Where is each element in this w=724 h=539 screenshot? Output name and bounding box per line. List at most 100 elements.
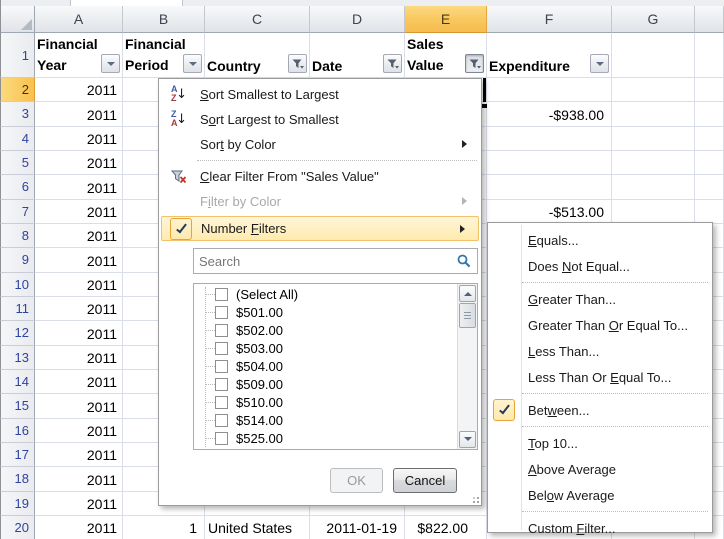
- cell-A1[interactable]: FinancialYear: [35, 33, 123, 78]
- cell-F4[interactable]: [487, 127, 612, 151]
- filter-value-501-00[interactable]: $501.00: [194, 303, 456, 321]
- cell-A20[interactable]: 2011: [35, 516, 123, 539]
- cell-G5[interactable]: [612, 151, 695, 175]
- submenu-item-less-than-or-equal-to[interactable]: Less Than Or Equal To...: [488, 364, 712, 390]
- row-header-6[interactable]: 6: [0, 175, 35, 199]
- cell-A15[interactable]: 2011: [35, 394, 123, 418]
- checkbox-unchecked[interactable]: [215, 378, 228, 391]
- cell-H2[interactable]: [695, 78, 724, 102]
- cell-G7[interactable]: [612, 200, 695, 224]
- submenu-item-greater-than-or-equal-to[interactable]: Greater Than Or Equal To...: [488, 312, 712, 338]
- row-header-16[interactable]: 16: [0, 419, 35, 443]
- cell-A4[interactable]: 2011: [35, 127, 123, 151]
- cell-D1[interactable]: Date: [310, 33, 405, 78]
- menu-item-sort-smallest-to-largest[interactable]: AZ↓Sort Smallest to Largest: [160, 82, 480, 107]
- column-header-d[interactable]: D: [310, 6, 405, 33]
- filter-button-d[interactable]: [383, 54, 402, 73]
- list-scrollbar[interactable]: [457, 284, 477, 449]
- cancel-button[interactable]: Cancel: [393, 468, 457, 493]
- cell-G3[interactable]: [612, 102, 695, 126]
- cell-A16[interactable]: 2011: [35, 419, 123, 443]
- cell-A11[interactable]: 2011: [35, 297, 123, 321]
- cell-H1[interactable]: [695, 33, 724, 78]
- resize-grip[interactable]: [468, 492, 480, 504]
- submenu-item-equals[interactable]: Equals...: [488, 227, 712, 253]
- submenu-item-below-average[interactable]: Below Average: [488, 482, 712, 508]
- filter-button-f[interactable]: [590, 54, 609, 73]
- row-header-12[interactable]: 12: [0, 321, 35, 345]
- row-header-13[interactable]: 13: [0, 346, 35, 370]
- filter-value-525-00[interactable]: $525.00: [194, 429, 456, 447]
- ok-button[interactable]: OK: [330, 468, 383, 493]
- checkbox-unchecked[interactable]: [215, 342, 228, 355]
- row-header-18[interactable]: 18: [0, 467, 35, 491]
- filter-value-select-all[interactable]: (Select All): [194, 285, 456, 303]
- checkbox-unchecked[interactable]: [215, 306, 228, 319]
- column-header-f[interactable]: F: [487, 6, 612, 33]
- cell-A7[interactable]: 2011: [35, 200, 123, 224]
- filter-value-514-00[interactable]: $514.00: [194, 411, 456, 429]
- filter-button-a[interactable]: [101, 54, 120, 73]
- scroll-down-button[interactable]: [459, 431, 476, 448]
- checkbox-unchecked[interactable]: [215, 360, 228, 373]
- row-header-19[interactable]: 19: [0, 492, 35, 516]
- menu-item-sort-by-color[interactable]: Sort by Color: [160, 132, 480, 157]
- cell-B1[interactable]: FinancialPeriod: [123, 33, 205, 78]
- filter-value-partial[interactable]: [194, 447, 456, 449]
- cell-A13[interactable]: 2011: [35, 346, 123, 370]
- row-header-17[interactable]: 17: [0, 443, 35, 467]
- row-header-14[interactable]: 14: [0, 370, 35, 394]
- menu-item-clear-filter-from-sales-value[interactable]: Clear Filter From "Sales Value": [160, 164, 480, 189]
- checkbox-unchecked[interactable]: [215, 288, 228, 301]
- active-cell-fill-handle[interactable]: [482, 104, 487, 108]
- checkbox-unchecked[interactable]: [215, 432, 228, 445]
- row-header-8[interactable]: 8: [0, 224, 35, 248]
- filter-button-c[interactable]: [288, 54, 307, 73]
- submenu-item-does-not-equal[interactable]: Does Not Equal...: [488, 253, 712, 279]
- select-all-corner[interactable]: [0, 6, 35, 33]
- cell-A19[interactable]: 2011: [35, 492, 123, 516]
- cell-A3[interactable]: 2011: [35, 102, 123, 126]
- cell-F7[interactable]: -$513.00: [487, 200, 612, 224]
- column-header-e[interactable]: E: [405, 6, 487, 33]
- cell-F1[interactable]: Expenditure: [487, 33, 612, 78]
- filter-value-504-00[interactable]: $504.00: [194, 357, 456, 375]
- row-header-7[interactable]: 7: [0, 200, 35, 224]
- cell-F6[interactable]: [487, 175, 612, 199]
- row-header-1[interactable]: 1: [0, 33, 35, 78]
- cell-G1[interactable]: [612, 33, 695, 78]
- checkbox-unchecked[interactable]: [215, 396, 228, 409]
- row-header-9[interactable]: 9: [0, 248, 35, 272]
- cell-H3[interactable]: [695, 102, 724, 126]
- cell-A10[interactable]: 2011: [35, 273, 123, 297]
- search-input[interactable]: [194, 254, 457, 269]
- row-header-10[interactable]: 10: [0, 273, 35, 297]
- row-header-3[interactable]: 3: [0, 102, 35, 126]
- menu-item-number-filters[interactable]: Number Filters: [161, 216, 479, 241]
- column-header-b[interactable]: B: [123, 6, 205, 33]
- submenu-item-top-10[interactable]: Top 10...: [488, 430, 712, 456]
- cell-A5[interactable]: 2011: [35, 151, 123, 175]
- cell-H7[interactable]: [695, 200, 724, 224]
- cell-A9[interactable]: 2011: [35, 248, 123, 272]
- cell-H5[interactable]: [695, 151, 724, 175]
- row-header-5[interactable]: 5: [0, 151, 35, 175]
- submenu-item-custom-filter[interactable]: Custom Filter...: [488, 515, 712, 539]
- cell-H4[interactable]: [695, 127, 724, 151]
- cell-F5[interactable]: [487, 151, 612, 175]
- menu-item-sort-largest-to-smallest[interactable]: ZA↓Sort Largest to Smallest: [160, 107, 480, 132]
- cell-B20[interactable]: 1: [123, 516, 205, 539]
- column-header-partial[interactable]: [695, 6, 724, 33]
- cell-C20[interactable]: United States: [205, 516, 310, 539]
- checkbox-unchecked[interactable]: [215, 324, 228, 337]
- column-header-c[interactable]: C: [205, 6, 310, 33]
- cell-A14[interactable]: 2011: [35, 370, 123, 394]
- submenu-item-greater-than[interactable]: Greater Than...: [488, 286, 712, 312]
- scroll-up-button[interactable]: [459, 285, 476, 302]
- cell-F3[interactable]: -$938.00: [487, 102, 612, 126]
- row-header-15[interactable]: 15: [0, 394, 35, 418]
- column-header-a[interactable]: A: [35, 6, 123, 33]
- filter-value-503-00[interactable]: $503.00: [194, 339, 456, 357]
- cell-A6[interactable]: 2011: [35, 175, 123, 199]
- cell-A8[interactable]: 2011: [35, 224, 123, 248]
